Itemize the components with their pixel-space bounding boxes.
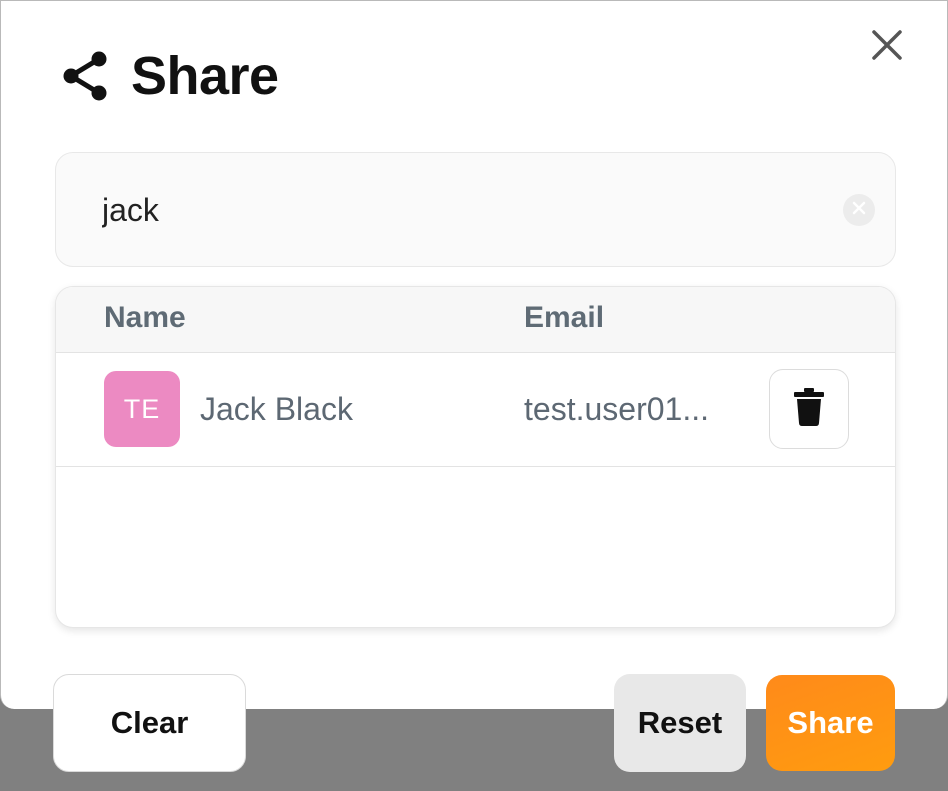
clear-button[interactable]: Clear: [53, 674, 246, 772]
search-clear-button[interactable]: [843, 194, 875, 226]
user-name: Jack Black: [200, 391, 353, 427]
delete-user-button[interactable]: [769, 369, 849, 449]
dialog-title: Share: [131, 46, 279, 106]
share-icon: [61, 50, 109, 102]
dialog-header: Share: [61, 45, 279, 107]
clear-circle-icon: [852, 201, 866, 220]
table-header: Name Email: [56, 287, 895, 353]
column-header-email: Email: [524, 301, 605, 334]
table-row: TE Jack Black test.user01...: [56, 353, 895, 467]
trash-icon: [794, 387, 824, 431]
search-input[interactable]: [102, 183, 822, 237]
close-button[interactable]: [867, 27, 907, 67]
shared-users-table: Name Email TE Jack Black test.user01...: [55, 286, 896, 628]
share-dialog: Share Name Email TE Jack Bla: [0, 0, 948, 709]
share-button[interactable]: Share: [766, 675, 895, 771]
column-header-name: Name: [104, 301, 186, 334]
avatar: TE: [104, 371, 180, 447]
search-field: [55, 152, 896, 267]
reset-button[interactable]: Reset: [614, 674, 746, 772]
user-email: test.user01...: [524, 391, 709, 427]
close-icon: [871, 29, 903, 66]
